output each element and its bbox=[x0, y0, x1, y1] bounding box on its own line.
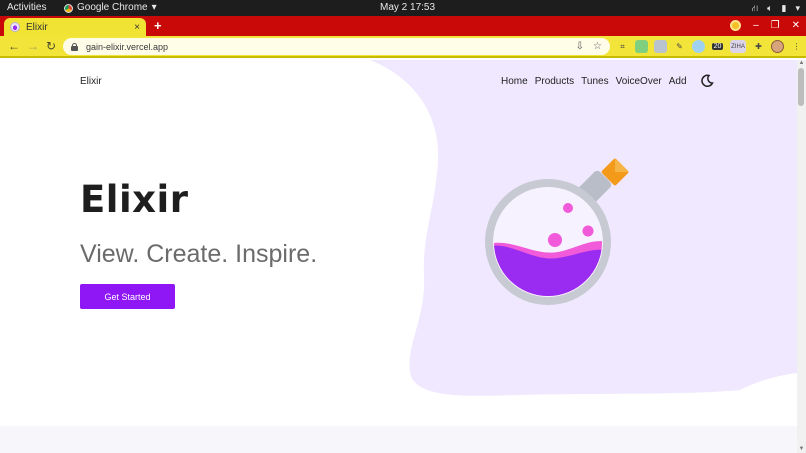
potion-favicon-icon bbox=[10, 22, 20, 32]
bookmark-star-icon[interactable]: ☆ bbox=[593, 41, 602, 52]
profile-avatar[interactable] bbox=[771, 40, 784, 53]
potion-bottle-icon bbox=[485, 158, 629, 305]
minimize-button[interactable]: – bbox=[753, 20, 759, 31]
tab-close-button[interactable]: × bbox=[134, 22, 140, 33]
moon-icon[interactable] bbox=[700, 74, 714, 88]
chevron-down-icon: ▾ bbox=[151, 2, 157, 13]
power-menu-icon: ▾ bbox=[795, 3, 800, 13]
nav-link-products[interactable]: Products bbox=[535, 76, 574, 87]
extensions-area: ⌗ ✎ 20 ZIHA ✚ ⋮ bbox=[616, 40, 803, 53]
page-viewport: Elixir Home Products Tunes VoiceOver Add… bbox=[0, 60, 797, 453]
reload-button[interactable]: ↻ bbox=[46, 39, 56, 53]
extension-counter-icon[interactable]: 20 bbox=[711, 40, 724, 53]
nav-link-add[interactable]: Add bbox=[669, 76, 687, 87]
close-window-button[interactable]: ✕ bbox=[792, 20, 800, 31]
url-text[interactable]: gain-elixir.vercel.app bbox=[86, 42, 567, 52]
scroll-down-arrow-icon[interactable]: ▼ bbox=[798, 446, 805, 453]
clock[interactable]: May 2 17:53 bbox=[380, 2, 435, 14]
get-started-button[interactable]: Get Started bbox=[80, 284, 175, 309]
extensions-puzzle-icon[interactable]: ✚ bbox=[752, 40, 765, 53]
app-menu[interactable]: Google Chrome ▾ bbox=[64, 2, 157, 14]
tab-strip: Elixir × + – ❐ ✕ bbox=[0, 16, 806, 36]
app-menu-label: Google Chrome bbox=[77, 2, 148, 13]
new-tab-button[interactable]: + bbox=[154, 19, 162, 33]
hero-title: Elixir bbox=[80, 178, 189, 221]
volume-icon: 🔈︎ bbox=[767, 3, 773, 13]
forward-button[interactable]: → bbox=[27, 39, 39, 53]
address-bar[interactable]: gain-elixir.vercel.app ⇩ ☆ bbox=[63, 38, 610, 55]
next-section bbox=[0, 426, 797, 453]
scroll-up-arrow-icon[interactable]: ▲ bbox=[798, 60, 805, 67]
extension-green-icon[interactable] bbox=[635, 40, 648, 53]
browser-toolbar: ← → ↻ gain-elixir.vercel.app ⇩ ☆ ⌗ ✎ 20 … bbox=[0, 36, 806, 58]
scrollbar-thumb[interactable] bbox=[798, 68, 804, 106]
maximize-button[interactable]: ❐ bbox=[771, 20, 780, 31]
extension-gray-icon[interactable] bbox=[654, 40, 667, 53]
extension-count-badge: 20 bbox=[711, 43, 724, 50]
battery-icon: ▮ bbox=[781, 3, 787, 13]
browser-extension-badge-icon[interactable] bbox=[730, 20, 742, 31]
chrome-icon bbox=[64, 3, 73, 13]
network-icon: ⛙ bbox=[751, 3, 759, 13]
back-button[interactable]: ← bbox=[8, 39, 20, 53]
page-scrollbar[interactable]: ▲ ▼ bbox=[797, 60, 806, 453]
system-top-bar: Activities Google Chrome ▾ May 2 17:53 ⛙… bbox=[0, 0, 806, 16]
tab-title: Elixir bbox=[26, 21, 48, 33]
site-nav: Home Products Tunes VoiceOver Add bbox=[501, 76, 694, 87]
window-controls: – ❐ ✕ bbox=[730, 20, 800, 31]
extension-label-icon[interactable]: ZIHA bbox=[730, 40, 746, 53]
nav-link-home[interactable]: Home bbox=[501, 76, 528, 87]
extension-crop-icon[interactable]: ⌗ bbox=[616, 40, 629, 53]
lock-icon[interactable] bbox=[71, 42, 78, 51]
extension-blue-icon[interactable] bbox=[692, 40, 705, 53]
browser-menu-icon[interactable]: ⋮ bbox=[790, 40, 803, 53]
tab-elixir[interactable]: Elixir × bbox=[4, 18, 146, 36]
install-app-icon[interactable]: ⇩ bbox=[576, 41, 584, 52]
nav-link-voiceover[interactable]: VoiceOver bbox=[616, 76, 662, 87]
activities-button[interactable]: Activities bbox=[7, 2, 46, 14]
nav-link-tunes[interactable]: Tunes bbox=[581, 76, 608, 87]
extension-pen-icon[interactable]: ✎ bbox=[673, 40, 686, 53]
system-tray[interactable]: ⛙ 🔈︎ ▮ ▾ bbox=[752, 2, 800, 14]
site-brand[interactable]: Elixir bbox=[80, 76, 102, 87]
hero-subtitle: View. Create. Inspire. bbox=[80, 240, 318, 268]
